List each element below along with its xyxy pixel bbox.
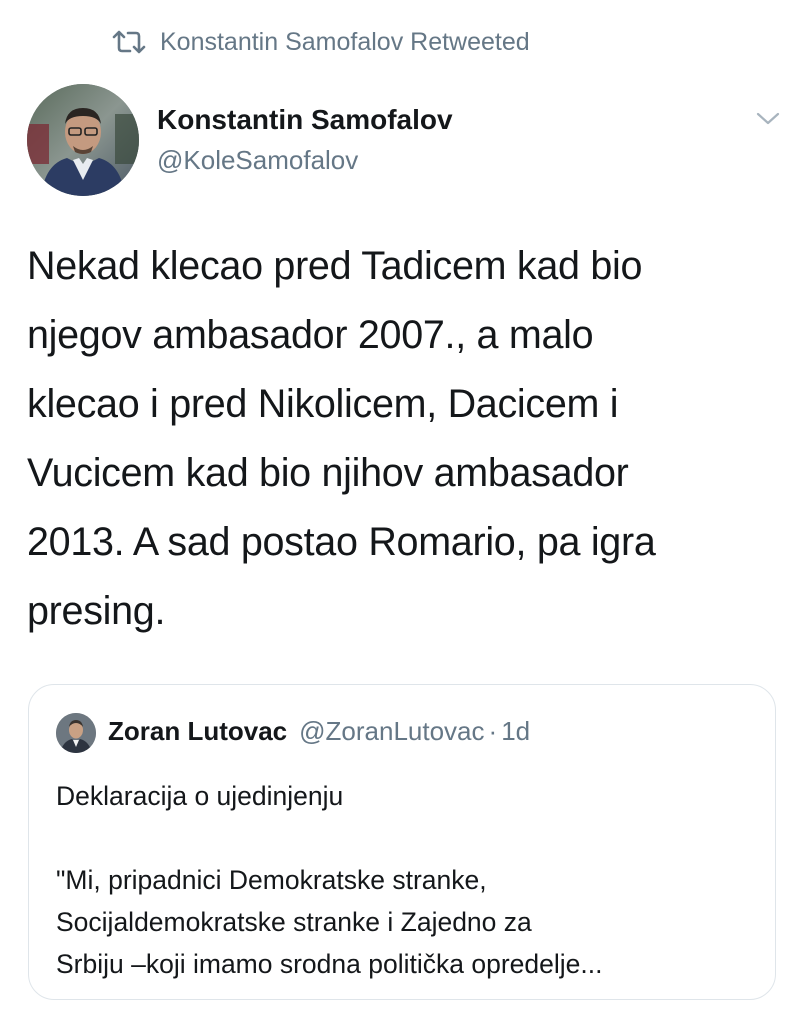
tweet-text: Nekad klecao pred Tadicem kad bio njegov… [27, 232, 777, 646]
profile-photo [27, 84, 139, 196]
quoted-line: Srbiju –koji imamo srodna politička opre… [56, 949, 603, 979]
chevron-down-icon[interactable] [755, 110, 781, 128]
author-handle[interactable]: @KoleSamofalov [157, 145, 358, 176]
quoted-line: Socijaldemokratske stranke i Zajedno za [56, 907, 532, 937]
quoted-tweet-text: Deklaracija o ujedinjenju "Mi, pripadnic… [56, 775, 756, 985]
quoted-tweet-time[interactable]: 1d [501, 716, 530, 747]
quoted-tweet-header: Zoran Lutovac @ZoranLutovac · 1d [108, 716, 530, 747]
profile-photo [56, 713, 96, 753]
tweet-line: 2013. A sad postao Romario, pa igra [27, 520, 656, 564]
tweet-line: Nekad klecao pred Tadicem kad bio [27, 244, 643, 288]
quoted-author-name[interactable]: Zoran Lutovac [108, 716, 287, 747]
quoted-line: "Mi, pripadnici Demokratske stranke, [56, 865, 487, 895]
retweet-icon [112, 30, 146, 54]
quoted-author-handle[interactable]: @ZoranLutovac [299, 716, 484, 747]
retweet-context[interactable]: Konstantin Samofalov Retweeted [112, 26, 530, 58]
tweet-line: presing. [27, 589, 166, 633]
quoted-author-avatar[interactable] [56, 713, 96, 753]
author-avatar[interactable] [27, 84, 139, 196]
tweet-line: njegov ambasador 2007., a malo [27, 313, 594, 357]
retweet-label: Konstantin Samofalov Retweeted [160, 27, 530, 56]
author-name[interactable]: Konstantin Samofalov [157, 104, 453, 136]
separator-dot: · [488, 716, 498, 746]
tweet-line: klecao i pred Nikolicem, Dacicem i [27, 382, 619, 426]
tweet-line: Vucicem kad bio njihov ambasador [27, 451, 629, 495]
quoted-tweet-card[interactable]: Zoran Lutovac @ZoranLutovac · 1d Deklara… [28, 684, 776, 1000]
quoted-line: Deklaracija o ujedinjenju [56, 781, 344, 811]
